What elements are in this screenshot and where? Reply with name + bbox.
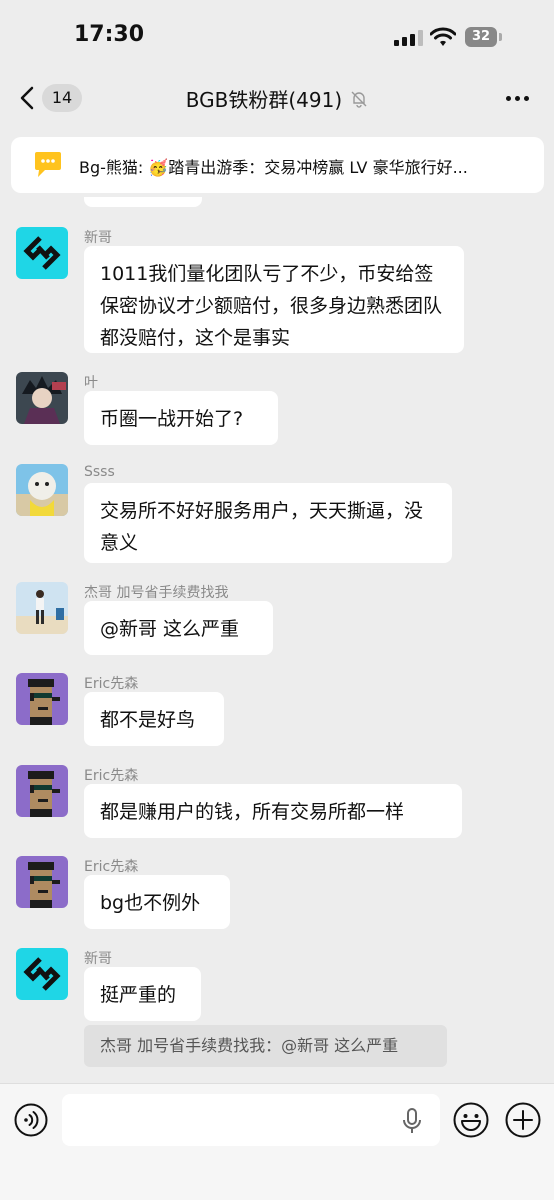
anime-character-avatar-icon bbox=[16, 372, 68, 424]
unread-count-badge: 14 bbox=[42, 84, 82, 112]
status-bar: 17:30 32 bbox=[0, 0, 554, 70]
sender-name: Ssss bbox=[84, 464, 115, 480]
sender-name: 新哥 bbox=[84, 230, 112, 246]
avatar[interactable] bbox=[16, 372, 68, 424]
back-button[interactable]: 14 bbox=[16, 80, 82, 116]
chat-header: 14 BGB铁粉群(491) bbox=[0, 72, 554, 124]
avatar[interactable] bbox=[16, 227, 68, 279]
battery-level: 32 bbox=[471, 29, 491, 44]
message-input[interactable] bbox=[62, 1094, 440, 1146]
wifi-icon bbox=[430, 27, 456, 46]
message-bubble[interactable]: 交易所不好好服务用户，天天撕逼，没意义 bbox=[84, 483, 452, 563]
message-bubble[interactable]: 挺严重的 bbox=[84, 967, 201, 1021]
pixel-punk-avatar-icon bbox=[16, 673, 68, 725]
sender-name: 叶 bbox=[84, 375, 98, 391]
microphone-icon[interactable] bbox=[402, 1108, 422, 1134]
avatar[interactable] bbox=[16, 948, 68, 1000]
message-bubble[interactable]: 1011我们量化团队亏了不少，币安给签保密协议才少额赔付，很多身边熟悉团队都没赔… bbox=[84, 246, 464, 353]
sender-name: Eric先森 bbox=[84, 676, 139, 692]
chat-title-area[interactable]: BGB铁粉群(491) bbox=[150, 84, 404, 113]
speech-bubble-icon bbox=[35, 152, 61, 177]
chevron-left-icon bbox=[20, 86, 34, 110]
cellular-signal-icon bbox=[394, 30, 424, 46]
message-bubble[interactable]: 币圈一战开始了? bbox=[84, 391, 278, 445]
announcement-text: Bg-熊猫: 🥳踏青出游季：交易冲榜赢 LV 豪华旅行好... bbox=[79, 158, 468, 177]
add-attachment-button[interactable] bbox=[505, 1102, 541, 1138]
avatar[interactable] bbox=[16, 582, 68, 634]
sender-name: 杰哥 加号省手续费找我 bbox=[84, 585, 229, 601]
avatar[interactable] bbox=[16, 673, 68, 725]
sender-name: Eric先森 bbox=[84, 859, 139, 875]
message-bubble[interactable]: 都是赚用户的钱，所有交易所都一样 bbox=[84, 784, 462, 838]
message-bubble[interactable]: @新哥 这么严重 bbox=[84, 601, 273, 655]
status-time: 17:30 bbox=[74, 22, 145, 47]
sender-name: 新哥 bbox=[84, 951, 112, 967]
pinned-announcement[interactable]: Bg-熊猫: 🥳踏青出游季：交易冲榜赢 LV 豪华旅行好... bbox=[11, 137, 544, 193]
avatar[interactable] bbox=[16, 765, 68, 817]
dog-avatar-icon bbox=[16, 464, 68, 516]
message-bubble[interactable]: bg也不例外 bbox=[84, 875, 230, 929]
avatar[interactable] bbox=[16, 464, 68, 516]
avatar[interactable] bbox=[16, 856, 68, 908]
pixel-punk-avatar-icon bbox=[16, 856, 68, 908]
more-options-button[interactable] bbox=[500, 86, 536, 110]
battery-icon: 32 bbox=[465, 27, 503, 47]
chat-title: BGB铁粉群(491) bbox=[185, 88, 343, 112]
sender-name: Eric先森 bbox=[84, 768, 139, 784]
message-bubble[interactable]: 都不是好鸟 bbox=[84, 692, 224, 746]
quoted-reply[interactable]: 杰哥 加号省手续费找我：@新哥 这么严重 bbox=[84, 1025, 447, 1067]
pixel-punk-avatar-icon bbox=[16, 765, 68, 817]
voice-input-button[interactable] bbox=[14, 1103, 48, 1137]
bitget-logo-icon bbox=[16, 227, 68, 279]
emoji-button[interactable] bbox=[453, 1102, 489, 1138]
beach-photo-avatar-icon bbox=[16, 582, 68, 634]
previous-message-bubble-edge bbox=[84, 197, 202, 207]
bitget-logo-icon bbox=[16, 948, 68, 1000]
input-bar bbox=[0, 1083, 554, 1200]
mute-bell-icon bbox=[351, 91, 367, 108]
